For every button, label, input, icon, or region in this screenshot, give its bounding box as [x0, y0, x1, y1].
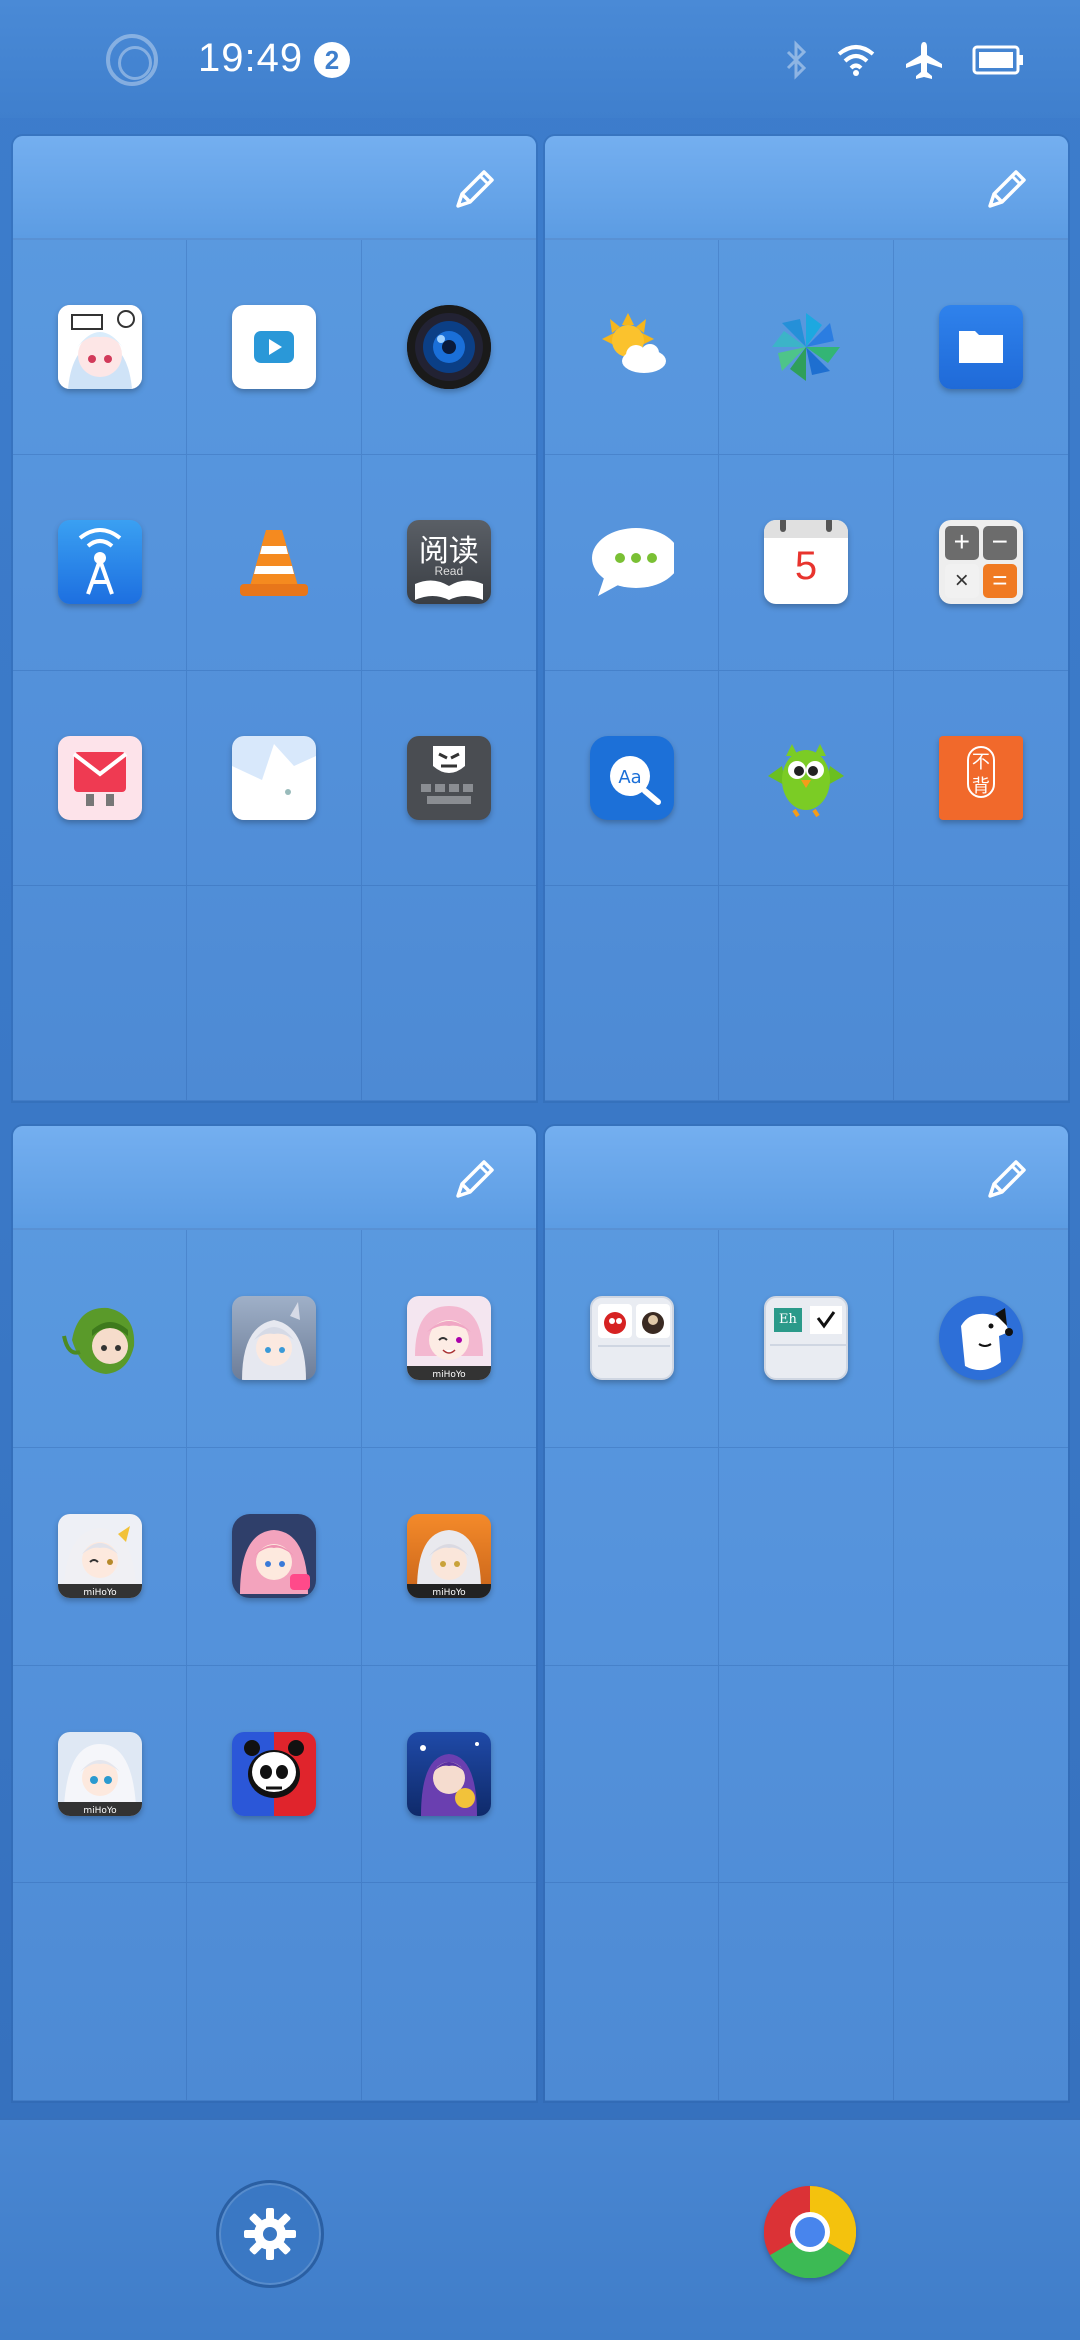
calendar-day: 5 — [794, 544, 818, 589]
bluetooth-icon — [786, 40, 807, 80]
reading-app-icon[interactable]: 阅读 Read — [406, 520, 491, 605]
status-time: 19:49 — [198, 36, 304, 80]
messages-app-icon[interactable] — [590, 520, 674, 604]
folder-header — [545, 136, 1068, 240]
svg-text:miHoYo: miHoYo — [432, 1370, 466, 1380]
video-player-icon[interactable] — [231, 305, 316, 390]
honkai-character-icon[interactable]: miHoYo — [57, 1514, 142, 1599]
status-bar: 19:49 2 — [0, 0, 1080, 118]
dock — [0, 2118, 1080, 2340]
svg-text:miHoYo: miHoYo — [83, 1588, 117, 1598]
folder-panel-top-left: 阅读 Read — [13, 136, 536, 1101]
notebook-app-icon[interactable]: 不 背 — [938, 735, 1023, 820]
folder-panel-bottom-left: miHoYo miHoYo miHoYo miHoYo — [13, 1126, 536, 2101]
files-app-icon[interactable] — [938, 305, 1023, 390]
battery-icon — [972, 45, 1023, 75]
purple-hair-character-icon[interactable] — [406, 1731, 491, 1816]
eh-folder-icon[interactable]: Eh — [763, 1296, 848, 1381]
camera-lens-icon[interactable] — [406, 305, 491, 390]
photos-app-icon[interactable] — [764, 305, 848, 389]
notification-badge: 2 — [314, 42, 350, 78]
airplane-mode-icon — [906, 42, 942, 79]
eh-label: Eh — [773, 1308, 802, 1333]
white-hair-character-icon[interactable]: miHoYo — [406, 1514, 491, 1599]
edit-pencil-icon[interactable] — [982, 164, 1032, 214]
folder-header — [13, 136, 536, 240]
vlc-player-icon[interactable] — [232, 520, 316, 604]
weather-app-icon[interactable] — [590, 305, 674, 389]
svg-text:Aa: Aa — [618, 767, 641, 788]
skull-game-icon[interactable] — [231, 1731, 316, 1816]
podcast-broadcast-icon[interactable] — [57, 520, 142, 605]
folder-panel-top-right: 5 + − × = Aa 不 背 — [545, 136, 1068, 1101]
settings-button[interactable] — [216, 2180, 324, 2288]
calendar-app-icon[interactable]: 5 — [763, 520, 848, 605]
svg-text:miHoYo: miHoYo — [432, 1588, 466, 1598]
white-dog-app-icon[interactable] — [938, 1296, 1023, 1381]
white-hair-blue-eye-character-icon[interactable]: miHoYo — [57, 1731, 142, 1816]
folder-header — [545, 1126, 1068, 1230]
pink-twin-tail-character-icon[interactable] — [231, 1514, 316, 1599]
keyboard-app-icon[interactable] — [406, 735, 491, 820]
folder-header — [13, 1126, 536, 1230]
pink-hair-character-icon[interactable]: miHoYo — [406, 1296, 491, 1381]
dictionary-app-icon[interactable]: Aa — [589, 735, 674, 820]
anime-character-app-icon[interactable] — [57, 305, 142, 390]
svg-text:miHoYo: miHoYo — [83, 1806, 117, 1816]
calculator-app-icon[interactable]: + − × = — [938, 520, 1023, 605]
green-hair-character-icon[interactable] — [58, 1296, 142, 1380]
folder-panel-bottom-right: Eh — [545, 1126, 1068, 2101]
white-cat-app-icon[interactable] — [231, 735, 316, 820]
status-icons — [784, 38, 1024, 82]
edit-pencil-icon[interactable] — [450, 164, 500, 214]
edit-pencil-icon[interactable] — [450, 1154, 500, 1204]
mail-app-icon[interactable] — [57, 735, 142, 820]
duolingo-app-icon[interactable] — [764, 736, 848, 820]
wifi-icon — [837, 45, 875, 76]
silver-hair-character-icon[interactable] — [231, 1296, 316, 1381]
chrome-browser-icon[interactable] — [763, 2185, 857, 2279]
angry-birds-folder-icon[interactable] — [589, 1296, 674, 1381]
gear-icon — [244, 2208, 296, 2260]
screen-record-icon — [106, 34, 158, 86]
edit-pencil-icon[interactable] — [982, 1154, 1032, 1204]
